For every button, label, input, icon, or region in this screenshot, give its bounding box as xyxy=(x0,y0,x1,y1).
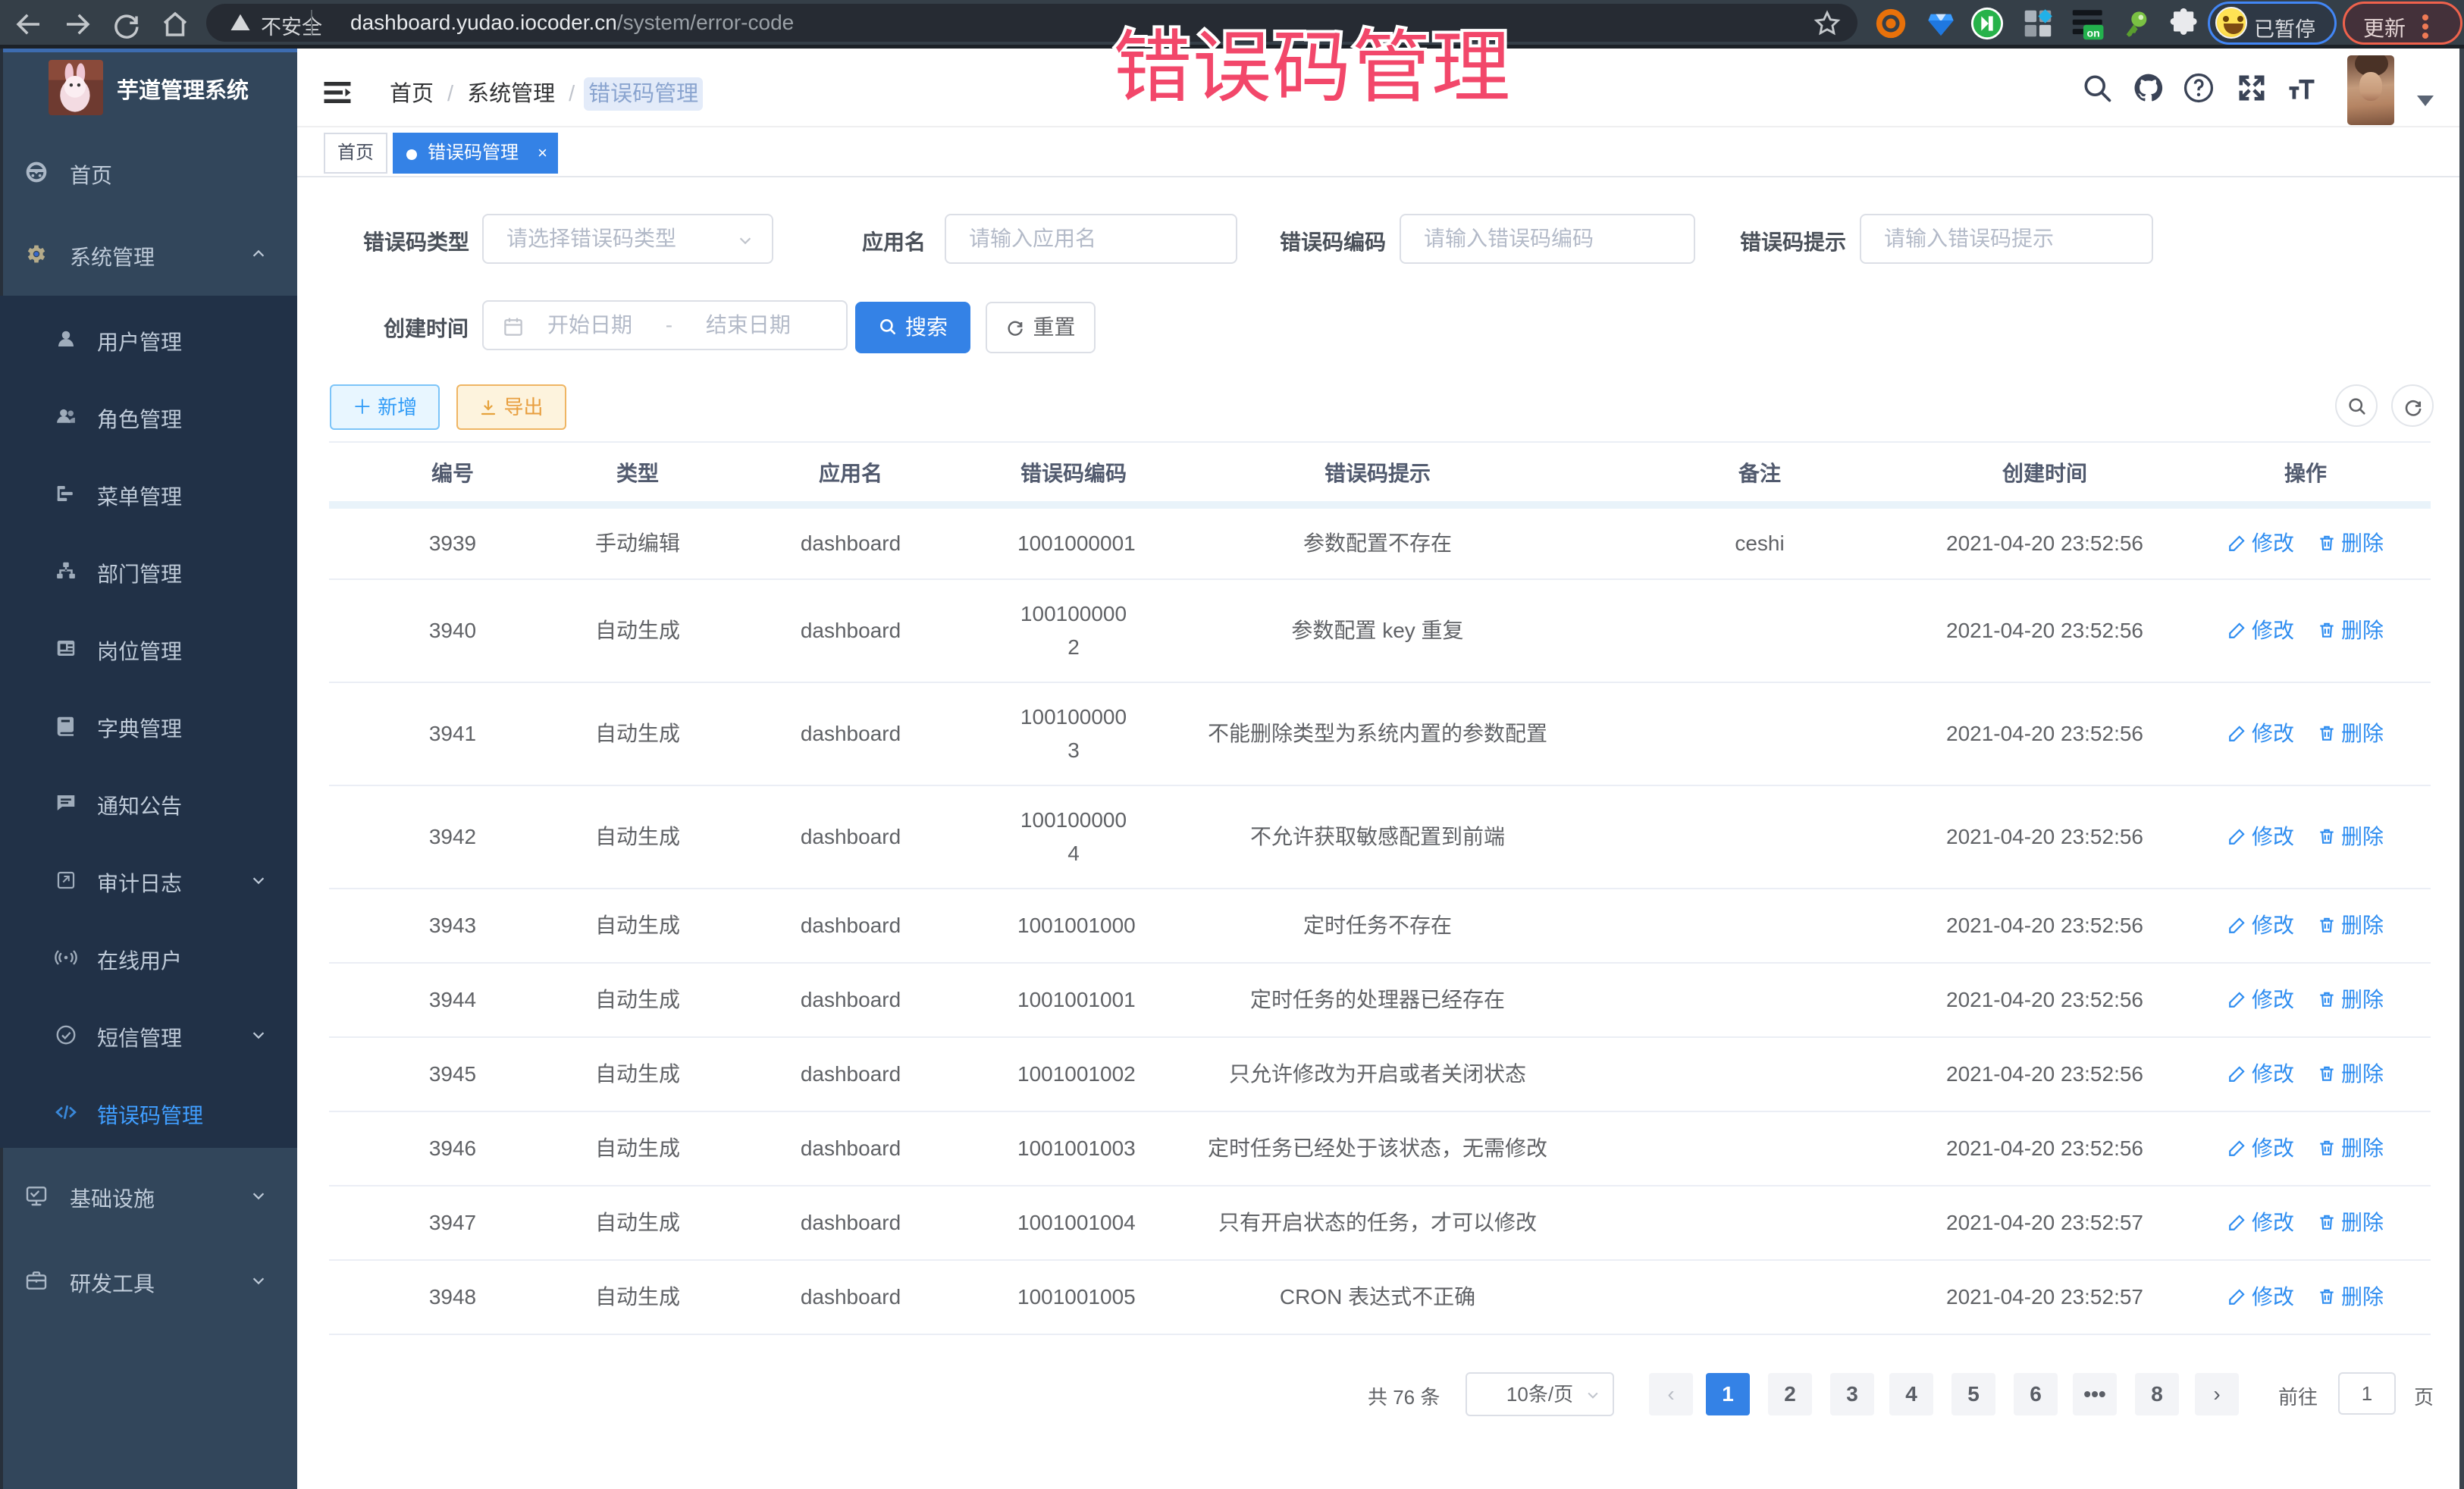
svg-text:错误码管理: 错误码管理 xyxy=(1113,24,1511,112)
svg-text:on: on xyxy=(2087,27,2100,39)
